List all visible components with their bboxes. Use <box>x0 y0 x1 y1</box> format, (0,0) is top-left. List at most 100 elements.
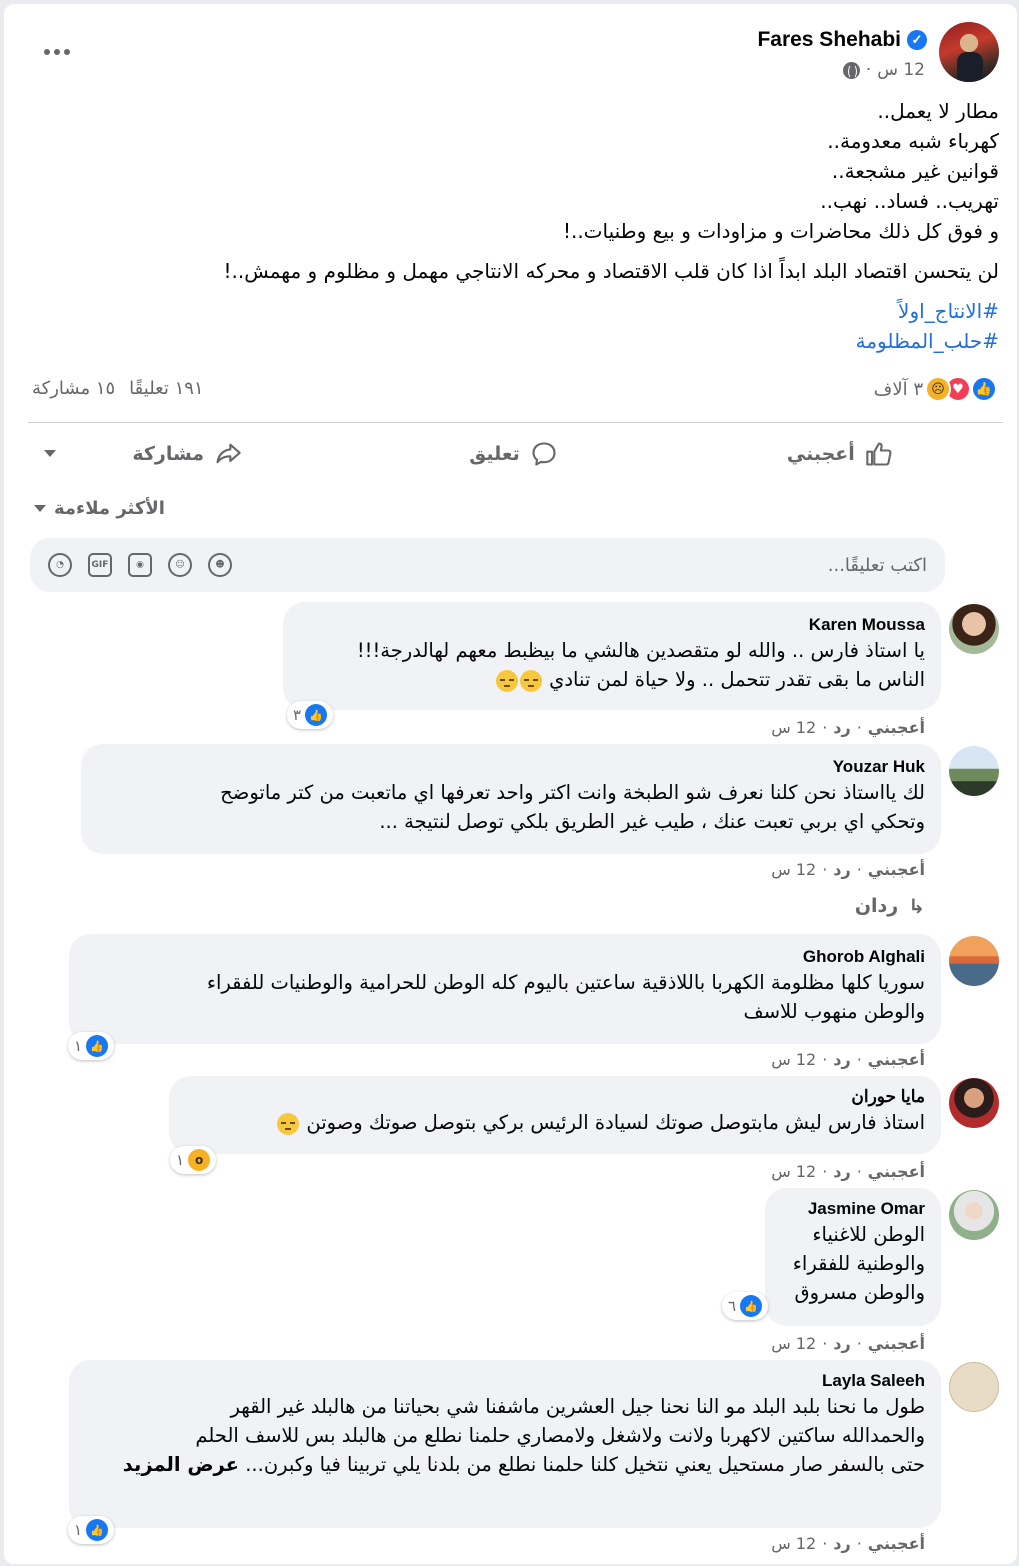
comment-time[interactable]: 12 س <box>771 1050 816 1069</box>
commenter-avatar[interactable] <box>949 1190 999 1240</box>
comment-time[interactable]: 12 س <box>771 1534 816 1553</box>
author-name-text[interactable]: Fares Shehabi <box>757 28 901 52</box>
comment-reply-button[interactable]: رد <box>833 718 850 737</box>
commenter-name[interactable]: Ghorob Alghali <box>85 946 925 968</box>
commenter-name[interactable]: Youzar Huk <box>97 756 925 778</box>
comment-reply-button[interactable]: رد <box>833 1334 850 1353</box>
comment-bubble: مايا حوران استاذ فارس ليش مابتوصل صوتك ل… <box>169 1076 941 1154</box>
commenter-avatar[interactable] <box>949 604 999 654</box>
dot: · <box>856 1050 862 1069</box>
post-line: مطار لا يعمل.. <box>877 99 999 123</box>
comment-reactions-badge[interactable]: o ١ <box>170 1146 217 1174</box>
comment-like-button[interactable]: أعجبني <box>868 718 925 737</box>
view-replies-link[interactable]: ↳ ردان <box>855 894 925 918</box>
comment-text: طول ما نحنا بلبد البلد مو النا نحنا جيل … <box>230 1395 926 1418</box>
dot: · <box>822 860 828 879</box>
like-button[interactable]: أعجبني <box>677 430 1003 478</box>
wow-reaction-icon: o <box>188 1149 211 1171</box>
comment-text: الناس ما بقى تقدر تتحمل .. ولا حياة لمن … <box>299 665 925 694</box>
hashtag-link[interactable]: #الانتاج_اولاً <box>39 296 999 326</box>
comment-time[interactable]: 12 س <box>771 1162 816 1181</box>
hashtag-link[interactable]: #حلب_المظلومة <box>39 326 999 356</box>
gif-icon[interactable]: GIF <box>88 553 112 577</box>
reactions-summary[interactable]: 👍 ♥ ☹ ٣ آلاف <box>874 376 997 402</box>
comment-reply-button[interactable]: رد <box>833 1534 850 1553</box>
comment-text: يا استاذ فارس .. والله لو متقصدين هالشي … <box>356 639 925 662</box>
sort-label: الأكثر ملاءمة <box>54 498 165 519</box>
reaction-count: ٦ <box>728 1297 737 1315</box>
author-avatar[interactable] <box>939 22 999 82</box>
comment-reply-button[interactable]: رد <box>833 1162 850 1181</box>
sticker-icon[interactable]: ◔ <box>48 553 72 577</box>
pensive-emoji-icon <box>277 1112 300 1135</box>
comment-reply-button[interactable]: رد <box>833 1050 850 1069</box>
share-label: مشاركة <box>132 443 205 465</box>
composer-tools: ◔ GIF ◉ ☺ ☻ <box>48 553 232 577</box>
comment-text: سوريا كلها مظلومة الكهربا باللاذقية ساعت… <box>206 971 925 994</box>
comment-reactions-badge[interactable]: 👍 ١ <box>68 1032 115 1060</box>
comment-footer: أعجبني · رد · 12 س <box>771 1534 925 1553</box>
author-name[interactable]: Fares Shehabi ✓ <box>757 28 927 52</box>
comment-like-button[interactable]: أعجبني <box>868 860 925 879</box>
commenter-avatar[interactable] <box>949 1078 999 1128</box>
commenter-avatar[interactable] <box>949 746 999 796</box>
reaction-count: ١ <box>176 1151 185 1169</box>
commenter-name[interactable]: Karen Moussa <box>299 614 925 636</box>
commenter-avatar[interactable] <box>949 936 999 986</box>
commenter-name[interactable]: مايا حوران <box>185 1086 925 1108</box>
comment-like-button[interactable]: أعجبني <box>868 1334 925 1353</box>
thumbs-up-icon <box>866 442 892 466</box>
shares-count[interactable]: ١٥ مشاركة <box>32 378 115 399</box>
dot: · <box>856 860 862 879</box>
dot: · <box>822 1534 828 1553</box>
post-meta: 12 س · <box>842 60 925 80</box>
share-audience-caret-icon[interactable] <box>44 450 56 457</box>
comment-bubble: Ghorob Alghali سوريا كلها مظلومة الكهربا… <box>69 934 941 1044</box>
share-button[interactable]: مشاركة <box>24 430 350 478</box>
comments-count[interactable]: ١٩١ تعليقًا <box>129 378 203 399</box>
comment-footer: أعجبني · رد · 12 س <box>771 1162 925 1181</box>
comment-input[interactable] <box>232 554 927 576</box>
comment-text: لك يااستاذ نحن كلنا نعرف شو الطبخة وانت … <box>220 781 925 804</box>
comment-footer: أعجبني · رد · 12 س <box>771 860 925 879</box>
comment-text: والوطن منهوب للاسف <box>743 1000 925 1023</box>
commenter-name[interactable]: Layla Saleeh <box>85 1370 925 1392</box>
comment-like-button[interactable]: أعجبني <box>868 1050 925 1069</box>
replies-label: ردان <box>854 895 899 917</box>
comment-like-button[interactable]: أعجبني <box>868 1534 925 1553</box>
comment-sort-dropdown[interactable]: الأكثر ملاءمة <box>34 498 165 519</box>
see-more-link[interactable]: عرض المزيد <box>123 1453 239 1476</box>
emoji-icon[interactable]: ☺ <box>168 553 192 577</box>
post-time[interactable]: 12 س <box>877 60 925 80</box>
comment-like-button[interactable]: أعجبني <box>868 1162 925 1181</box>
dot: · <box>856 1334 862 1353</box>
comment-reactions-badge[interactable]: 👍 ٣ <box>287 701 334 729</box>
avatar-sticker-icon[interactable]: ☻ <box>208 553 232 577</box>
more-options-button[interactable] <box>34 34 80 70</box>
post-line: قوانين غير مشجعة.. <box>831 159 999 183</box>
meta-separator: · <box>865 60 872 80</box>
comment-text: استاذ فارس ليش مابتوصل صوتك لسيادة الرئي… <box>185 1108 925 1137</box>
comment-time[interactable]: 12 س <box>771 1334 816 1353</box>
comment-time[interactable]: 12 س <box>771 860 816 879</box>
comment-reply-button[interactable]: رد <box>833 860 850 879</box>
comment-button[interactable]: تعليق <box>350 430 676 478</box>
dot: · <box>822 1334 828 1353</box>
comment-reactions-badge[interactable]: 👍 ٦ <box>722 1292 769 1320</box>
camera-icon[interactable]: ◉ <box>128 553 152 577</box>
pensive-emoji-icon <box>495 669 518 692</box>
commenter-avatar[interactable] <box>949 1362 999 1412</box>
action-bar: أعجبني تعليق مشاركة <box>24 428 1003 480</box>
dot: · <box>822 1162 828 1181</box>
like-reaction-icon: 👍 <box>971 376 997 402</box>
globe-icon[interactable] <box>842 61 860 79</box>
dot: · <box>856 718 862 737</box>
comment-time[interactable]: 12 س <box>771 718 816 737</box>
post-card: Fares Shehabi ✓ 12 س · مطار لا يعمل.. كه… <box>4 4 1017 1564</box>
comment-bubble: Layla Saleeh طول ما نحنا بلبد البلد مو ا… <box>69 1360 941 1528</box>
reactions-count[interactable]: ٣ آلاف <box>874 379 923 400</box>
comment-reactions-badge[interactable]: 👍 ١ <box>68 1516 115 1544</box>
commenter-name[interactable]: Jasmine Omar <box>781 1198 925 1220</box>
comment-text-line: الناس ما بقى تقدر تتحمل .. ولا حياة لمن … <box>549 668 925 691</box>
like-reaction-icon: 👍 <box>740 1295 763 1317</box>
